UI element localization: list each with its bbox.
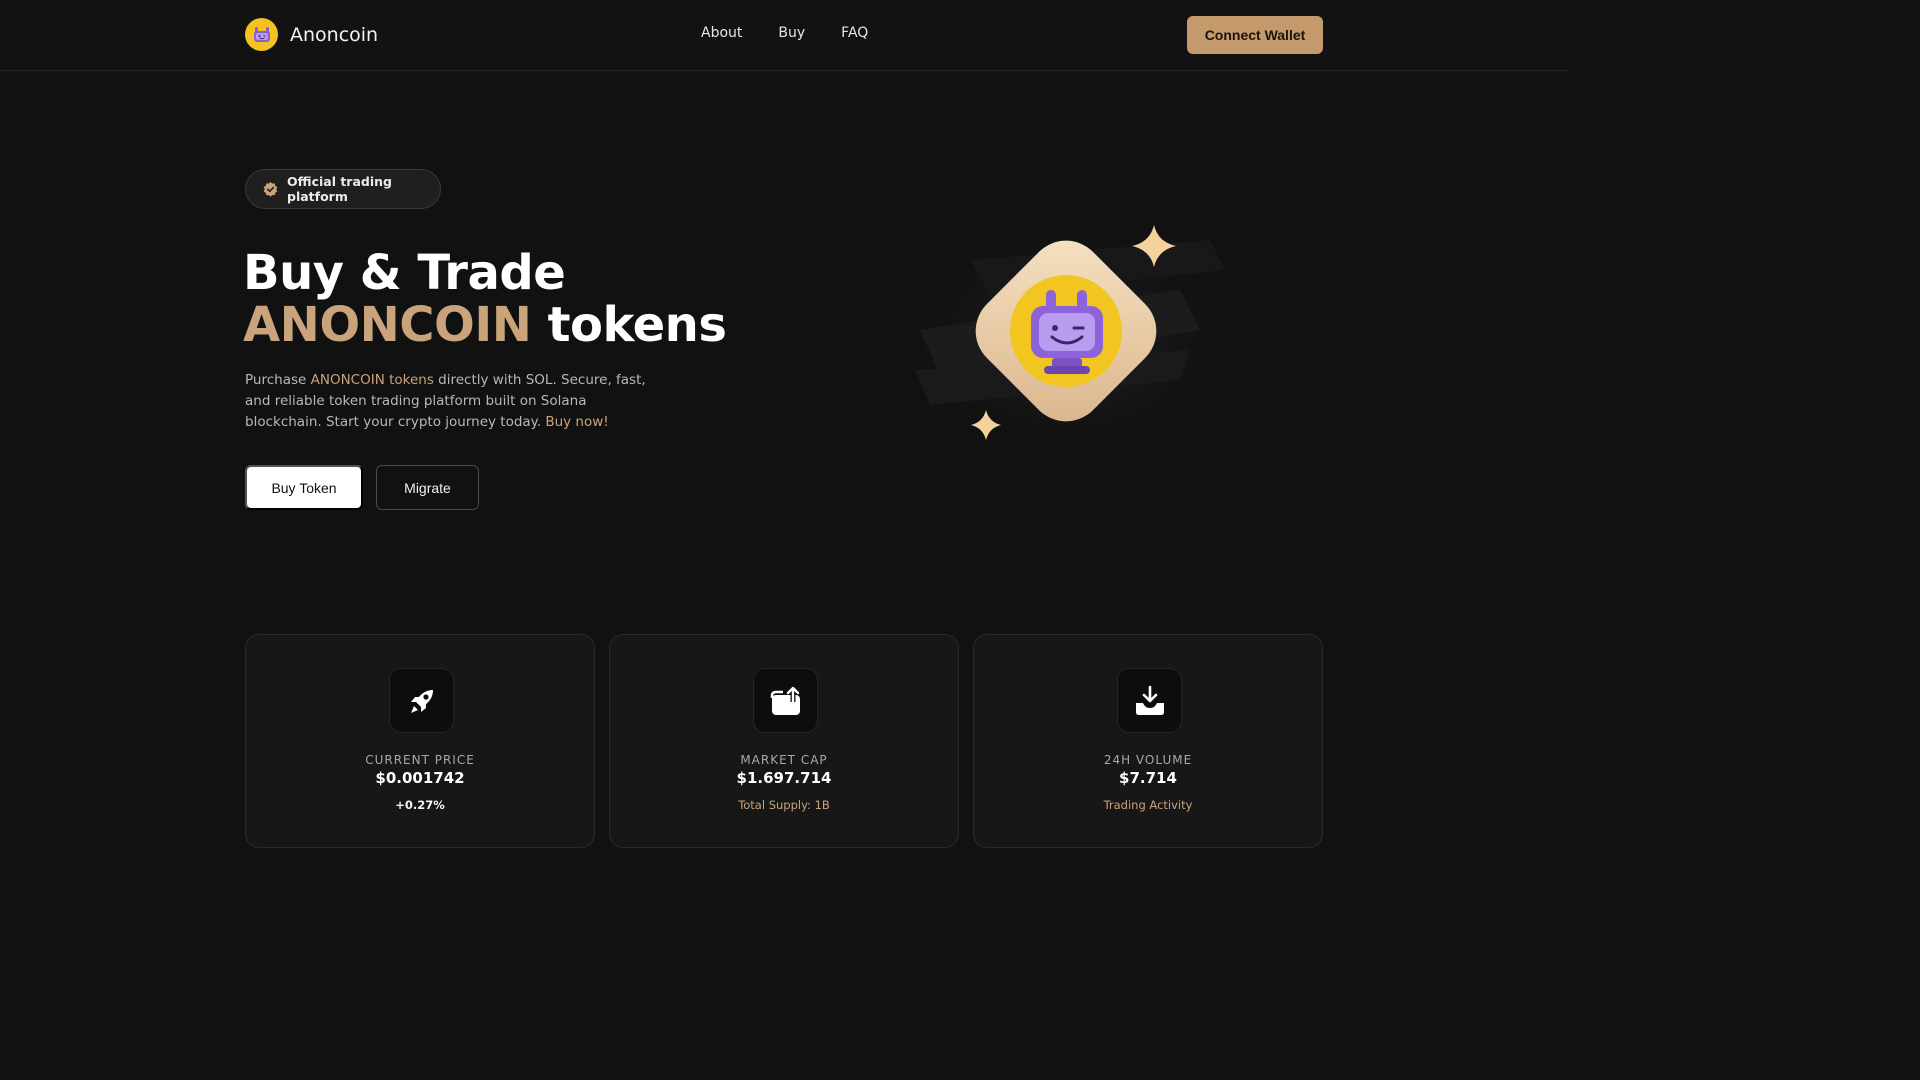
rocket-icon — [389, 668, 454, 733]
top-navbar: Anoncoin About Buy FAQ Connect Wallet — [0, 0, 1568, 71]
official-platform-badge: Official trading platform — [245, 169, 441, 209]
hero-title-accent: ANONCOIN — [243, 297, 532, 353]
market-cap-value: $1.697.714 — [736, 769, 832, 787]
connect-wallet-button[interactable]: Connect Wallet — [1187, 16, 1323, 54]
hero-title-rest: tokens — [531, 297, 727, 353]
migrate-button[interactable]: Migrate — [376, 465, 479, 510]
price-value: $0.001742 — [375, 769, 465, 787]
nav-faq[interactable]: FAQ — [841, 25, 868, 41]
volume-value: $7.714 — [1119, 769, 1177, 787]
hero-title-line1: Buy & Trade — [243, 245, 566, 301]
market-cap-label: MARKET CAP — [740, 753, 828, 767]
hero-illustration — [880, 200, 1260, 500]
desc-accent: ANONCOIN tokens — [310, 372, 434, 388]
hero-description: Purchase ANONCOIN tokens directly with S… — [245, 370, 665, 433]
nav-about[interactable]: About — [701, 25, 742, 41]
stat-card-market-cap: MARKET CAP $1.697.714 Total Supply: 1B — [609, 634, 959, 848]
brand[interactable]: Anoncoin — [245, 18, 378, 51]
nav-buy[interactable]: Buy — [778, 25, 805, 41]
price-label: CURRENT PRICE — [365, 753, 475, 767]
brand-name: Anoncoin — [290, 23, 379, 46]
trading-activity: Trading Activity — [1103, 798, 1193, 812]
stat-card-volume: 24H VOLUME $7.714 Trading Activity — [973, 634, 1323, 848]
price-change: +0.27% — [395, 798, 445, 812]
desc-prefix: Purchase — [245, 372, 311, 388]
stat-card-price: CURRENT PRICE $0.001742 +0.27% — [245, 634, 595, 848]
wallet-upload-icon — [753, 668, 818, 733]
anoncoin-logo-icon — [245, 18, 278, 51]
buy-token-button[interactable]: Buy Token — [245, 465, 363, 510]
total-supply: Total Supply: 1B — [738, 798, 830, 812]
buy-now-link[interactable]: Buy now! — [545, 414, 608, 430]
download-tray-icon — [1117, 668, 1182, 733]
volume-label: 24H VOLUME — [1103, 753, 1193, 767]
hero-title: Buy & Trade ANONCOIN tokens — [243, 245, 727, 353]
badge-text: Official trading platform — [287, 174, 392, 204]
verified-badge-icon — [262, 181, 279, 198]
main-nav: About Buy FAQ — [701, 25, 868, 41]
